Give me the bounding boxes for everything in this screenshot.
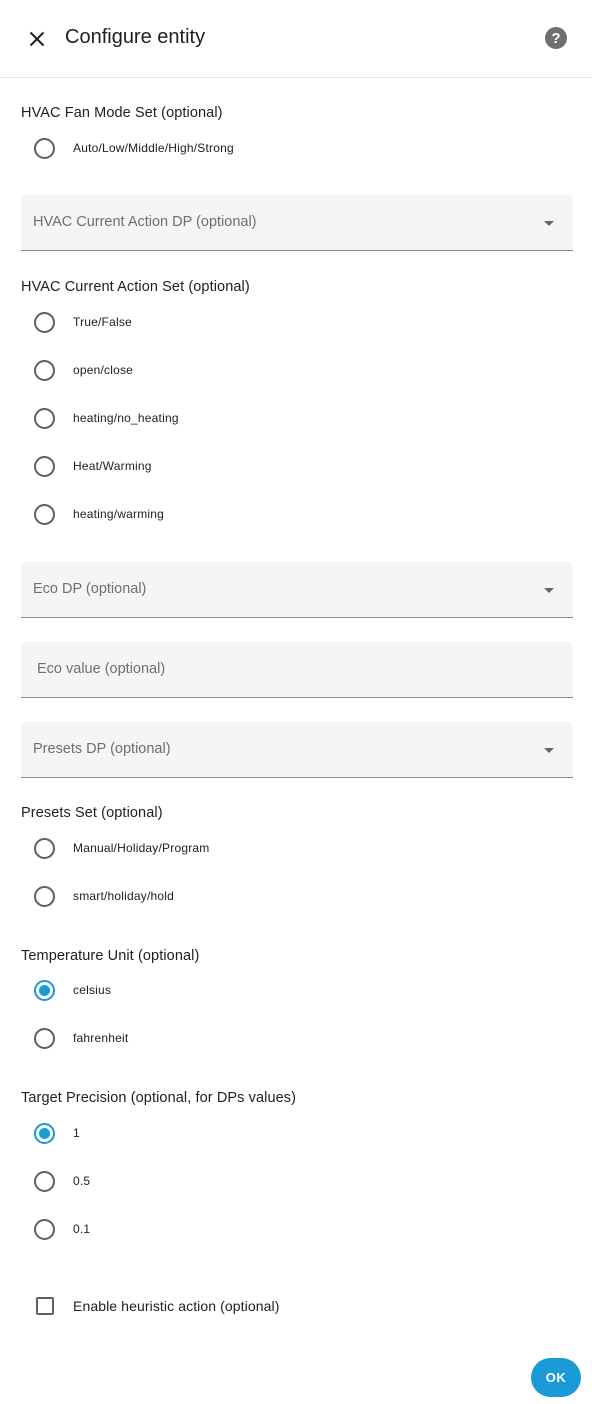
dropdown-arrow-icon (544, 221, 554, 226)
dropdown-arrow-icon (544, 588, 554, 593)
radio-button[interactable] (34, 1122, 55, 1144)
radio-button[interactable] (34, 137, 55, 159)
help-button[interactable]: ? (545, 27, 567, 49)
hvac-current-action-set-label: HVAC Current Action Set (optional) (21, 279, 250, 295)
radio-label: open/close (73, 363, 134, 377)
enable-heuristic-action-checkbox[interactable] (36, 1297, 54, 1315)
radio-precision-0-5[interactable]: 0.5 (34, 1169, 90, 1193)
radio-label: smart/holiday/hold (73, 889, 174, 903)
radio-label: 0.1 (73, 1222, 91, 1236)
radio-action-heat-warming[interactable]: Heat/Warming (34, 454, 152, 478)
dialog-title: Configure entity (65, 26, 206, 48)
radio-button[interactable] (34, 837, 55, 859)
radio-button[interactable] (34, 1170, 55, 1192)
radio-button[interactable] (34, 455, 55, 477)
target-precision-label: Target Precision (optional, for DPs valu… (21, 1090, 297, 1106)
radio-action-heating-no-heating[interactable]: heating/no_heating (34, 406, 179, 430)
radio-label: Heat/Warming (73, 459, 152, 473)
radio-button[interactable] (34, 1218, 55, 1240)
close-icon (29, 31, 45, 47)
radio-button[interactable] (34, 407, 55, 429)
radio-action-open-close[interactable]: open/close (34, 358, 133, 382)
hvac-current-action-dp-select[interactable]: HVAC Current Action DP (optional) (21, 195, 573, 251)
radio-label: celsius (73, 983, 112, 997)
field-label: Presets DP (optional) (33, 741, 171, 757)
radio-unit-celsius[interactable]: celsius (34, 978, 111, 1002)
field-label: HVAC Current Action DP (optional) (33, 214, 257, 230)
presets-dp-select[interactable]: Presets DP (optional) (21, 722, 573, 778)
radio-precision-1[interactable]: 1 (34, 1121, 80, 1145)
radio-label: 0.5 (73, 1174, 91, 1188)
eco-dp-select[interactable]: Eco DP (optional) (21, 562, 573, 618)
radio-button[interactable] (34, 885, 55, 907)
radio-label: 1 (73, 1126, 80, 1140)
radio-button[interactable] (34, 311, 55, 333)
ok-button[interactable]: OK (531, 1358, 581, 1397)
radio-fan-mode-auto-low-middle-high-strong[interactable]: Auto/Low/Middle/High/Strong (34, 136, 234, 160)
radio-button[interactable] (34, 359, 55, 381)
help-circle-icon: ? (551, 29, 561, 47)
hvac-fan-mode-set-label: HVAC Fan Mode Set (optional) (21, 105, 223, 121)
radio-precision-0-1[interactable]: 0.1 (34, 1217, 90, 1241)
close-button[interactable] (20, 22, 54, 56)
radio-action-heating-warming[interactable]: heating/warming (34, 502, 164, 526)
radio-label: Manual/Holiday/Program (73, 841, 210, 855)
dropdown-arrow-icon (544, 748, 554, 753)
radio-button[interactable] (34, 503, 55, 525)
radio-button[interactable] (34, 1027, 55, 1049)
radio-action-true-false[interactable]: True/False (34, 310, 132, 334)
checkbox-label: Enable heuristic action (optional) (73, 1298, 280, 1314)
field-label: Eco value (optional) (37, 661, 166, 677)
presets-set-label: Presets Set (optional) (21, 805, 163, 821)
dialog-header: Configure entity ? (0, 0, 592, 78)
configure-entity-dialog: Configure entity ? HVAC Fan Mode Set (op… (0, 0, 592, 1404)
radio-unit-fahrenheit[interactable]: fahrenheit (34, 1026, 128, 1050)
eco-value-input[interactable]: Eco value (optional) (21, 642, 573, 698)
radio-label: heating/no_heating (73, 411, 179, 425)
radio-presets-smart-holiday-hold[interactable]: smart/holiday/hold (34, 884, 174, 908)
radio-label: heating/warming (73, 507, 165, 521)
radio-label: Auto/Low/Middle/High/Strong (73, 141, 234, 155)
enable-heuristic-action-row[interactable]: Enable heuristic action (optional) (36, 1296, 280, 1316)
temperature-unit-label: Temperature Unit (optional) (21, 948, 200, 964)
radio-label: fahrenheit (73, 1031, 129, 1045)
field-label: Eco DP (optional) (33, 581, 147, 597)
radio-presets-manual-holiday-program[interactable]: Manual/Holiday/Program (34, 836, 209, 860)
radio-label: True/False (73, 315, 132, 329)
radio-button[interactable] (34, 979, 55, 1001)
